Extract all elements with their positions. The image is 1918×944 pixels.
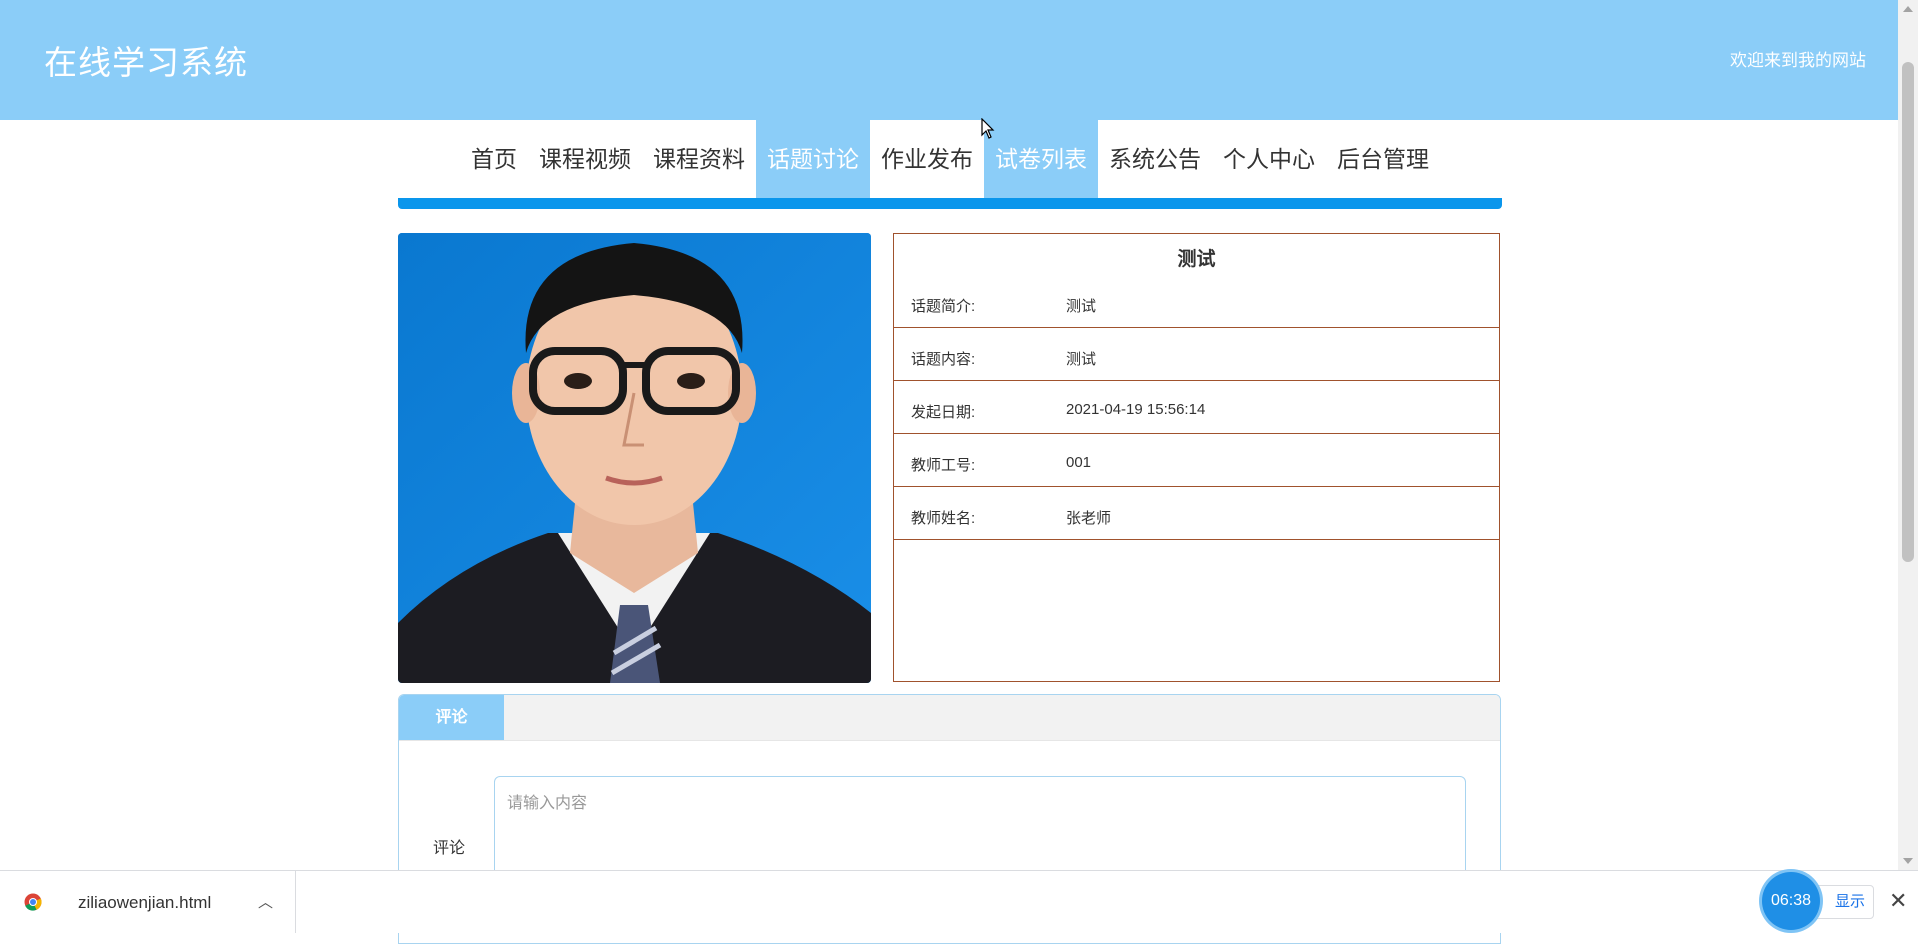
comment-tab-bar: 评论 (399, 695, 1500, 741)
nav-item-exam-list[interactable]: 试卷列表 (984, 120, 1098, 198)
info-row-summary: 话题简介: 测试 (894, 282, 1499, 328)
scroll-down-arrow-icon[interactable] (1903, 858, 1913, 864)
topic-photo (398, 233, 871, 683)
nav-item-admin[interactable]: 后台管理 (1326, 120, 1440, 198)
chevron-up-icon[interactable]: ︿ (258, 891, 273, 912)
info-value: 2021-04-19 15:56:14 (1066, 401, 1206, 418)
timer-badge: 06:38 (1762, 872, 1820, 930)
site-title: 在线学习系统 (44, 44, 248, 81)
topic-info-table: 测试 话题简介: 测试 话题内容: 测试 发起日期: 2021-04-19 15… (893, 233, 1500, 682)
info-key: 教师姓名: (911, 510, 976, 527)
topic-title: 测试 (1177, 249, 1216, 270)
info-row-teacher-id: 教师工号: 001 (894, 434, 1499, 487)
nav-item-course-materials[interactable]: 课程资料 (642, 120, 756, 198)
download-file-name: ziliaowenjian.html (78, 893, 212, 912)
info-row-date: 发起日期: 2021-04-19 15:56:14 (894, 381, 1499, 434)
info-row-content: 话题内容: 测试 (894, 328, 1499, 381)
main-nav: 首页 课程视频 课程资料 话题讨论 作业发布 试卷列表 系统公告 个人中心 后台… (460, 120, 1440, 198)
nav-item-homework[interactable]: 作业发布 (870, 120, 984, 198)
download-item[interactable]: ziliaowenjian.html ︿ (0, 871, 296, 933)
page-scrollbar[interactable] (1898, 0, 1918, 870)
tab-comment[interactable]: 评论 (399, 695, 504, 740)
mouse-cursor-icon (981, 118, 995, 139)
nav-item-topic-discussion[interactable]: 话题讨论 (756, 120, 870, 198)
comment-field-label: 评论 (433, 840, 466, 857)
nav-underline-bar (398, 198, 1502, 209)
info-key: 话题内容: (911, 351, 976, 368)
info-row-teacher-name: 教师姓名: 张老师 (894, 487, 1499, 540)
info-value: 张老师 (1066, 510, 1112, 527)
chrome-icon (24, 893, 42, 911)
scroll-up-arrow-icon[interactable] (1903, 6, 1913, 12)
info-key: 话题简介: (911, 298, 976, 315)
info-key: 教师工号: (911, 457, 976, 474)
nav-item-personal-center[interactable]: 个人中心 (1212, 120, 1326, 198)
info-value: 测试 (1066, 298, 1097, 315)
info-key: 发起日期: (911, 404, 976, 421)
nav-item-home[interactable]: 首页 (460, 120, 528, 198)
download-bar: ziliaowenjian.html ︿ 显示 06:38 ✕ (0, 870, 1918, 933)
nav-item-course-videos[interactable]: 课程视频 (528, 120, 642, 198)
scroll-thumb[interactable] (1902, 62, 1914, 562)
site-header: 在线学习系统 欢迎来到我的网站 (0, 0, 1898, 120)
close-icon[interactable]: ✕ (1889, 888, 1907, 914)
nav-item-announcements[interactable]: 系统公告 (1098, 120, 1212, 198)
welcome-text: 欢迎来到我的网站 (1730, 51, 1866, 70)
info-value: 001 (1066, 454, 1092, 471)
info-value: 测试 (1066, 351, 1097, 368)
